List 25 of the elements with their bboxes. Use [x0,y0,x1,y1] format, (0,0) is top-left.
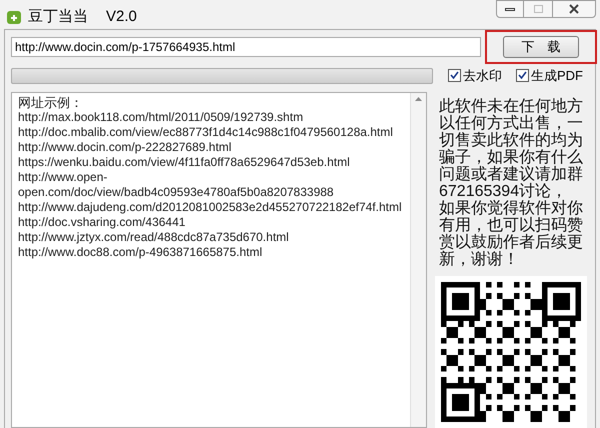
example-url: https://wenku.baidu.com/view/4f11fa0ff78a6529647d53eb.html [18,154,351,170]
close-icon [569,4,579,14]
option-label: 去水印 [463,66,502,85]
example-text-area[interactable] [11,92,427,428]
scrollbar[interactable] [410,92,426,426]
example-url: http://www.jztyx.com/read/488cdc87a735d670.html [18,230,290,244]
notice-text: 此软件未在任何地方以任何方式出售，一切售卖此软件的均为骗子，如果你有什么问题或者建议请加群672165394讨论，如果你觉得软件对你有用，也可以扫码赞赏以鼓励作者后续更新，谢谢！ [439,98,583,268]
minimize-button[interactable] [496,0,524,18]
example-url: http://www.dajudeng.com/d2012081002583e2d455270722182ef74f.html [18,200,403,214]
scroll-up-icon [415,96,422,100]
close-button[interactable] [552,0,596,18]
example-heading: 网址示例： [18,94,84,110]
app-icon [6,9,22,26]
example-url: http://max.book118.com/html/2011/0509/192739.shtm [18,110,304,124]
option-label: 生成PDF [531,66,583,85]
version-label: V2.0 [106,7,137,27]
example-url: http://doc.vsharing.com/436441 [18,214,186,230]
download-button[interactable]: 下 载 [503,36,579,58]
checkbox[interactable] [448,69,461,82]
url-field[interactable]: http://www.docin.com/p-1757664935.html [11,36,481,56]
example-url: http://www.docin.com/p-222827689.html [18,140,232,154]
checkbox[interactable] [516,69,529,82]
example-url: http://www.doc88.com/p-4963871665875.html [18,244,264,260]
window-title: 豆丁当当 [28,7,88,27]
example-url: http://doc.mbalib.com/view/ec88773f1d4c14c988c1f0479560128a.html [18,124,394,140]
